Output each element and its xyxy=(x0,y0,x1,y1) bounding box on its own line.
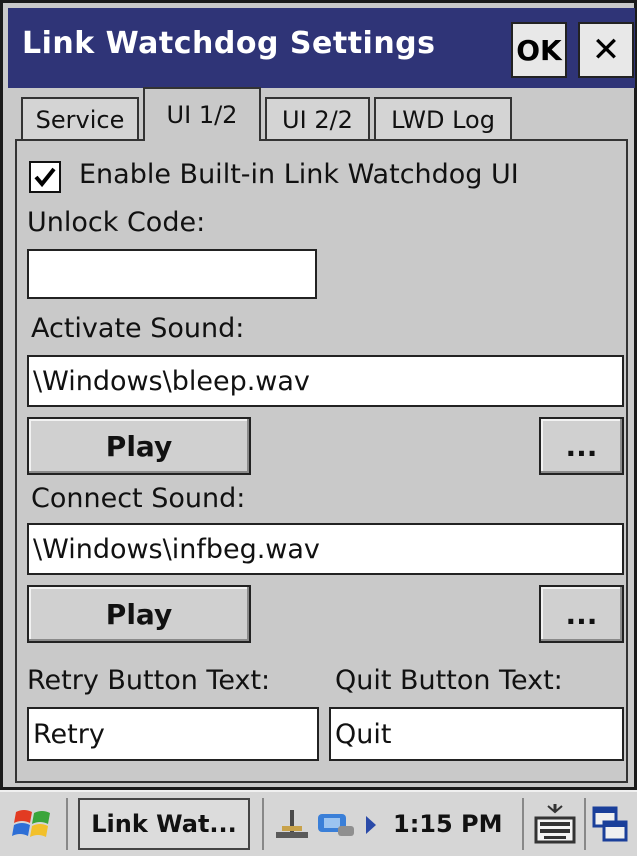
close-icon: ✕ xyxy=(591,30,621,70)
tab-panel-ui-1-2: Enable Built-in Link Watchdog UI Unlock … xyxy=(15,139,628,783)
connect-sound-input[interactable]: \Windows\infbeg.wav xyxy=(27,523,624,575)
unlock-code-input[interactable] xyxy=(27,249,317,299)
taskbar-separator xyxy=(522,798,524,850)
activate-browse-button[interactable]: ... xyxy=(539,417,624,475)
unlock-code-label: Unlock Code: xyxy=(27,207,206,238)
retry-text-input[interactable]: Retry xyxy=(27,707,319,761)
windows-flag-icon[interactable] xyxy=(12,806,56,844)
activate-sound-label: Activate Sound: xyxy=(31,313,245,344)
tab-strip: Service UI 1/2 UI 2/2 LWD Log xyxy=(13,87,633,141)
enable-ui-checkbox[interactable] xyxy=(29,161,61,193)
activate-play-button[interactable]: Play xyxy=(27,417,251,475)
window-switch-icon[interactable] xyxy=(592,804,630,844)
quit-text-label: Quit Button Text: xyxy=(335,665,563,696)
close-button[interactable]: ✕ xyxy=(578,22,634,78)
tab-lwd-log[interactable]: LWD Log xyxy=(374,97,512,141)
connect-browse-button[interactable]: ... xyxy=(539,585,624,643)
taskbar: Link Wat... 1:15 PM xyxy=(0,790,637,856)
checkmark-icon xyxy=(34,167,56,188)
tab-service[interactable]: Service xyxy=(21,97,139,141)
tab-ui-1-2[interactable]: UI 1/2 xyxy=(143,87,261,141)
tray-arrow-icon[interactable] xyxy=(364,814,378,836)
ok-button[interactable]: OK xyxy=(511,22,567,78)
taskbar-separator xyxy=(584,798,586,850)
enable-ui-label: Enable Built-in Link Watchdog UI xyxy=(79,159,519,190)
connect-play-button[interactable]: Play xyxy=(27,585,251,643)
tab-ui-2-2[interactable]: UI 2/2 xyxy=(265,97,370,141)
title-bar: Link Watchdog Settings OK ✕ xyxy=(8,8,635,88)
retry-text-label: Retry Button Text: xyxy=(27,665,271,696)
network-icon[interactable] xyxy=(272,806,312,844)
taskbar-separator xyxy=(66,798,68,850)
keyboard-icon[interactable] xyxy=(532,802,578,846)
settings-window: Link Watchdog Settings OK ✕ Service UI 1… xyxy=(0,0,637,790)
connect-sound-label: Connect Sound: xyxy=(31,483,246,514)
window-title: Link Watchdog Settings xyxy=(22,26,436,61)
activate-sound-input[interactable]: \Windows\bleep.wav xyxy=(27,355,624,407)
task-button-link-watchdog[interactable]: Link Wat... xyxy=(78,798,250,850)
quit-text-input[interactable]: Quit xyxy=(329,707,624,761)
clock[interactable]: 1:15 PM xyxy=(393,810,503,838)
taskbar-separator xyxy=(262,798,264,850)
connectivity-icon[interactable] xyxy=(314,806,358,844)
